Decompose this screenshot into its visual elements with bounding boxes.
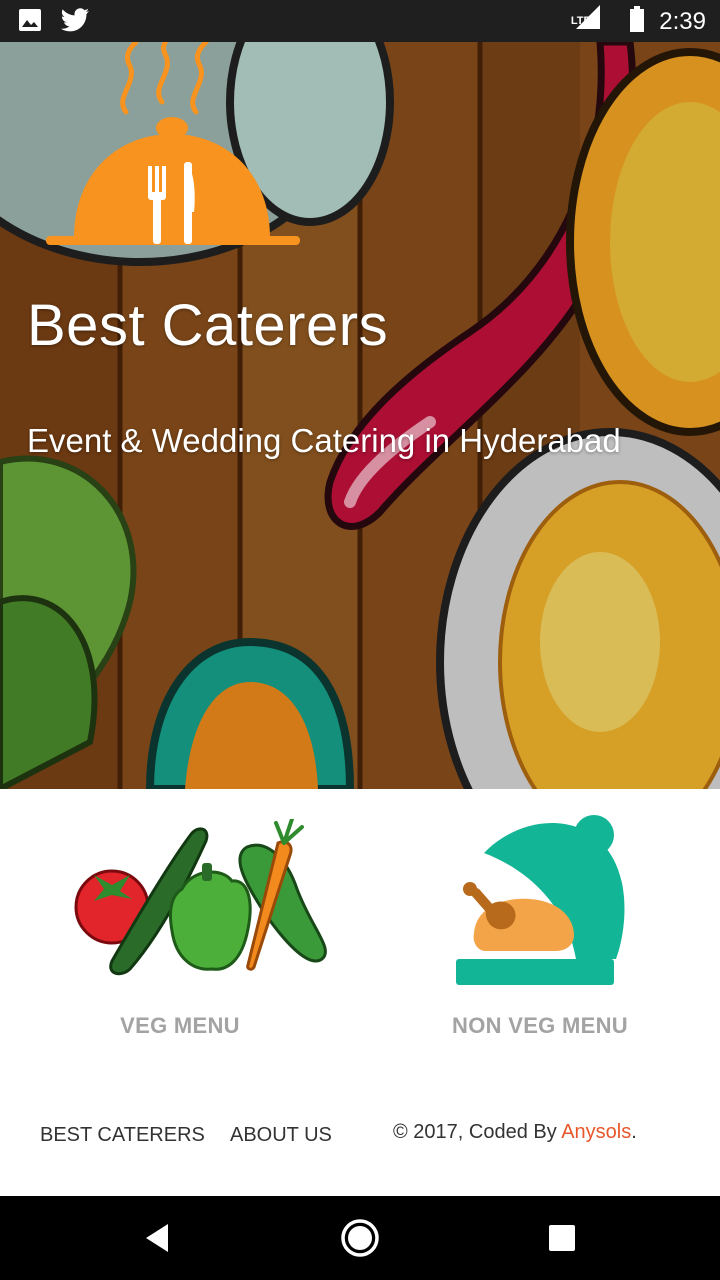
menu-options: VEG MENU NON VEG MENU: [0, 789, 720, 1069]
back-icon[interactable]: [136, 1216, 180, 1260]
veg-menu-label: VEG MENU: [120, 1013, 240, 1038]
copyright: © 2017, Coded By Anysols.: [393, 1121, 637, 1144]
footer: BEST CATERERS ABOUT US © 2017, Coded By …: [0, 1100, 720, 1196]
battery-icon: [629, 6, 645, 37]
status-bar: LTE 2:39: [0, 0, 720, 42]
footer-link-best-caterers[interactable]: BEST CATERERS: [40, 1124, 205, 1147]
navigation-bar: [0, 1196, 720, 1280]
hero-banner: Best Caterers Event & Wedding Catering i…: [0, 42, 720, 789]
chicken-cloche-icon: [456, 815, 625, 985]
non-veg-menu-label: NON VEG MENU: [452, 1013, 628, 1038]
non-veg-menu-card[interactable]: NON VEG MENU: [360, 789, 720, 1069]
veg-menu-card[interactable]: VEG MENU: [0, 789, 360, 1069]
footer-link-about-us[interactable]: ABOUT US: [230, 1124, 332, 1147]
copyright-brand-link[interactable]: Anysols: [561, 1121, 631, 1143]
caterer-logo-icon: [46, 42, 300, 245]
copyright-suffix: .: [631, 1121, 637, 1143]
image-icon: [18, 8, 42, 37]
home-icon[interactable]: [338, 1216, 382, 1260]
signal-icon: LTE: [565, 5, 615, 37]
copyright-prefix: © 2017, Coded By: [393, 1121, 562, 1143]
page-title: Best Caterers: [27, 293, 389, 358]
twitter-icon: [60, 8, 90, 37]
recents-icon[interactable]: [540, 1216, 584, 1260]
clock: 2:39: [659, 7, 706, 35]
page-subtitle: Event & Wedding Catering in Hyderabad: [27, 422, 621, 459]
vegetables-icon: [74, 819, 327, 976]
